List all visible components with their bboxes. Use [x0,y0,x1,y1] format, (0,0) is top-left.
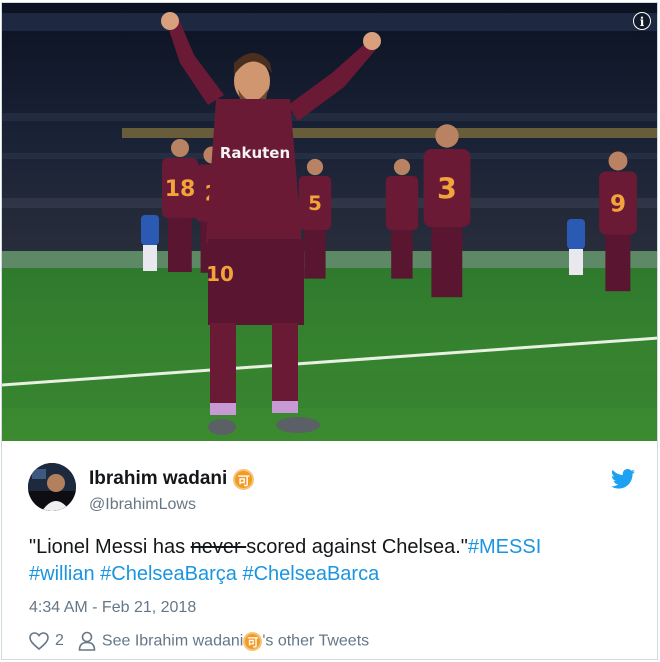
tweet-body: Ibrahim wadani 可 @IbrahimLows "Lionel Me… [2,441,657,659]
tweet-photo[interactable]: 182539 [2,3,657,441]
avatar[interactable] [28,463,76,511]
shorts-number: 10 [206,262,234,286]
name-badge-icon-small: 可 [243,631,263,651]
opponent-player [567,219,585,275]
twitter-bird-icon[interactable] [611,469,635,489]
jersey-number: 9 [610,191,626,217]
user-handle[interactable]: @IbrahimLows [89,496,196,514]
like-count[interactable]: 2 [55,632,64,650]
shirt-sponsor-text: Rakuten [220,144,290,162]
see-other-prefix: See Ibrahim wadani [101,632,244,650]
info-icon[interactable]: i [633,12,651,30]
heart-icon[interactable] [29,632,49,650]
hashtag-chelseabarca[interactable]: #ChelseaBarca [242,563,379,585]
jersey-number: 5 [308,192,322,215]
see-other-tweets-link[interactable]: See Ibrahim wadani 可's other Tweets [101,631,370,651]
tweet-text: "Lionel Messi has never scored against C… [29,534,629,588]
display-name[interactable]: Ibrahim wadani [89,468,227,490]
embedded-tweet-card: 18 2 5 3 9 [1,2,658,660]
author-name-row[interactable]: Ibrahim wadani 可 [89,468,255,490]
jersey-number: 3 [437,171,457,205]
person-icon [78,631,96,651]
pitch [2,268,657,441]
avatar-image [28,463,76,511]
hashtag-willian[interactable]: #willian [29,563,95,585]
see-other-suffix: 's other Tweets [262,632,370,650]
hashtag-chelseabarca-accent[interactable]: #ChelseaBarça [100,563,237,585]
tweet-text-strikethrough: never [190,536,247,558]
stand-roof [2,13,657,31]
opponent-player [141,215,159,271]
photo-scene: 182539 [2,3,657,441]
advertising-board-upper [122,128,657,138]
tweet-text-part2: scored against Chelsea." [246,536,468,558]
jersey-number: 18 [165,177,196,202]
tweet-text-part1: "Lionel Messi has [29,536,191,558]
tweet-timestamp[interactable]: 4:34 AM - Feb 21, 2018 [29,599,196,617]
hashtag-messi[interactable]: #MESSI [468,536,541,558]
name-badge-icon: 可 [233,468,255,490]
tweet-actions: 2 See Ibrahim wadani 可's other Tweets [29,631,369,651]
